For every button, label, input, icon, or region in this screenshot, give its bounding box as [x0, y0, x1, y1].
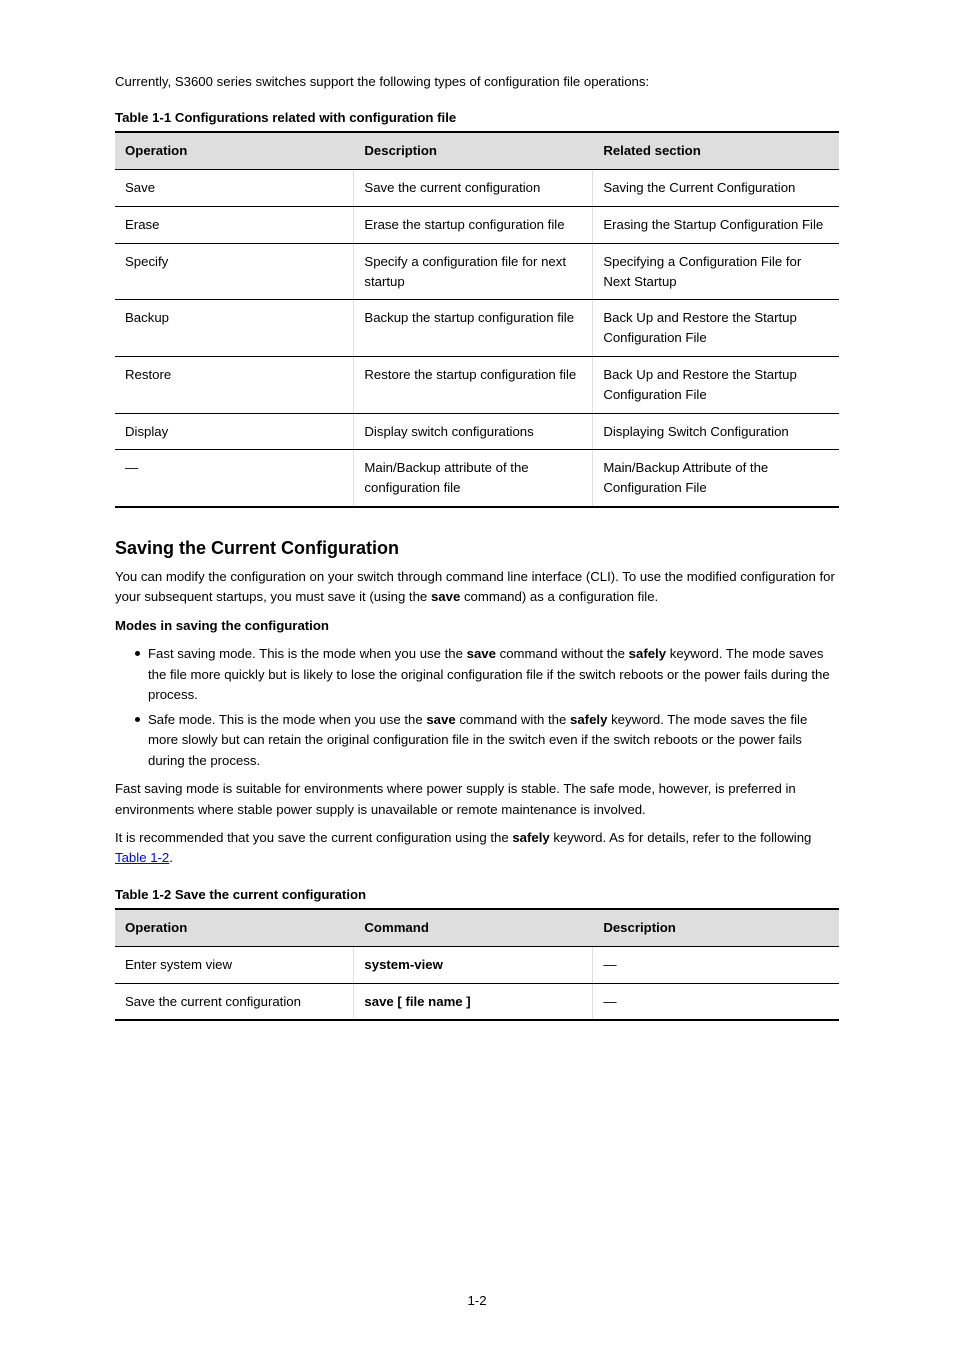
- table-row: Save Save the current configuration Savi…: [115, 170, 839, 207]
- th-description: Description: [354, 132, 593, 169]
- page-number: 1-2: [0, 1293, 954, 1308]
- paragraph-recommend: It is recommended that you save the curr…: [115, 828, 839, 869]
- cell-desc: Display switch configurations: [354, 413, 593, 450]
- cell-op: —: [115, 450, 354, 507]
- cell-op: Enter system view: [115, 946, 354, 983]
- table-configurations: Operation Description Related section Sa…: [115, 131, 839, 508]
- cell-desc: Save the current configuration: [354, 170, 593, 207]
- kw-safely: safely: [629, 646, 666, 661]
- cell-cmd: system-view: [354, 946, 593, 983]
- bullet-text: Safe mode. This is the mode when you use…: [148, 710, 839, 771]
- text: command with the: [456, 712, 570, 727]
- table-row: Enter system view system-view —: [115, 946, 839, 983]
- cmd-save: save: [431, 589, 460, 604]
- cell-rel: Saving the Current Configuration: [593, 170, 839, 207]
- table1-caption: Table 1-1 Configurations related with co…: [115, 110, 839, 125]
- bullet-dot-icon: [135, 651, 140, 656]
- text: command without the: [496, 646, 629, 661]
- table-header-row: Operation Description Related section: [115, 132, 839, 169]
- cell-desc: Specify a configuration file for next st…: [354, 243, 593, 300]
- text: Fast saving mode. This is the mode when …: [148, 646, 467, 661]
- th-command: Command: [354, 909, 593, 946]
- kw-safely: safely: [570, 712, 607, 727]
- text: command) as a configuration file.: [460, 589, 658, 604]
- table-row: — Main/Backup attribute of the configura…: [115, 450, 839, 507]
- cmd-save: save: [467, 646, 496, 661]
- table-row: Restore Restore the startup configuratio…: [115, 357, 839, 414]
- paragraph-mode-compare: Fast saving mode is suitable for environ…: [115, 779, 839, 820]
- cell-op: Save the current configuration: [115, 983, 354, 1020]
- table2-caption: Table 1-2 Save the current configuration: [115, 887, 839, 902]
- table-row: Save the current configuration save [ fi…: [115, 983, 839, 1020]
- th-description: Description: [593, 909, 839, 946]
- paragraph-save-intro: You can modify the configuration on your…: [115, 567, 839, 608]
- cell-desc: Main/Backup attribute of the configurati…: [354, 450, 593, 507]
- cell-rel: Main/Backup Attribute of the Configurati…: [593, 450, 839, 507]
- cell-rel: Erasing the Startup Configuration File: [593, 207, 839, 244]
- intro-text: Currently, S3600 series switches support…: [115, 72, 839, 92]
- cell-op: Specify: [115, 243, 354, 300]
- table-save-commands: Operation Command Description Enter syst…: [115, 908, 839, 1021]
- cell-desc: Backup the startup configuration file: [354, 300, 593, 357]
- text: .: [169, 850, 173, 865]
- text: keyword. As for details, refer to the fo…: [550, 830, 812, 845]
- cmd-save: save: [426, 712, 455, 727]
- cell-desc: —: [593, 946, 839, 983]
- cell-op: Display: [115, 413, 354, 450]
- cell-desc: Erase the startup configuration file: [354, 207, 593, 244]
- page: Currently, S3600 series switches support…: [0, 0, 954, 1350]
- bullet-safe-mode: Safe mode. This is the mode when you use…: [135, 710, 839, 771]
- cell-desc: —: [593, 983, 839, 1020]
- th-operation: Operation: [115, 132, 354, 169]
- cell-rel: Back Up and Restore the Startup Configur…: [593, 300, 839, 357]
- th-related: Related section: [593, 132, 839, 169]
- cell-op: Backup: [115, 300, 354, 357]
- cell-rel: Specifying a Configuration File for Next…: [593, 243, 839, 300]
- link-table-1-2[interactable]: Table 1-2: [115, 850, 169, 865]
- table-row: Erase Erase the startup configuration fi…: [115, 207, 839, 244]
- cell-rel: Back Up and Restore the Startup Configur…: [593, 357, 839, 414]
- cell-desc: Restore the startup configuration file: [354, 357, 593, 414]
- table-row: Backup Backup the startup configuration …: [115, 300, 839, 357]
- text: Safe mode. This is the mode when you use…: [148, 712, 426, 727]
- cell-cmd: save [ file name ]: [354, 983, 593, 1020]
- kw-safely: safely: [512, 830, 549, 845]
- text: It is recommended that you save the curr…: [115, 830, 512, 845]
- table-row: Display Display switch configurations Di…: [115, 413, 839, 450]
- cell-op: Erase: [115, 207, 354, 244]
- bullet-fast-mode: Fast saving mode. This is the mode when …: [135, 644, 839, 705]
- bullet-dot-icon: [135, 717, 140, 722]
- subheading-modes: Modes in saving the configuration: [115, 616, 839, 636]
- section-heading-saving: Saving the Current Configuration: [115, 538, 839, 559]
- table-row: Specify Specify a configuration file for…: [115, 243, 839, 300]
- bullet-text: Fast saving mode. This is the mode when …: [148, 644, 839, 705]
- table-header-row: Operation Command Description: [115, 909, 839, 946]
- cell-op: Save: [115, 170, 354, 207]
- th-operation: Operation: [115, 909, 354, 946]
- cell-op: Restore: [115, 357, 354, 414]
- cell-rel: Displaying Switch Configuration: [593, 413, 839, 450]
